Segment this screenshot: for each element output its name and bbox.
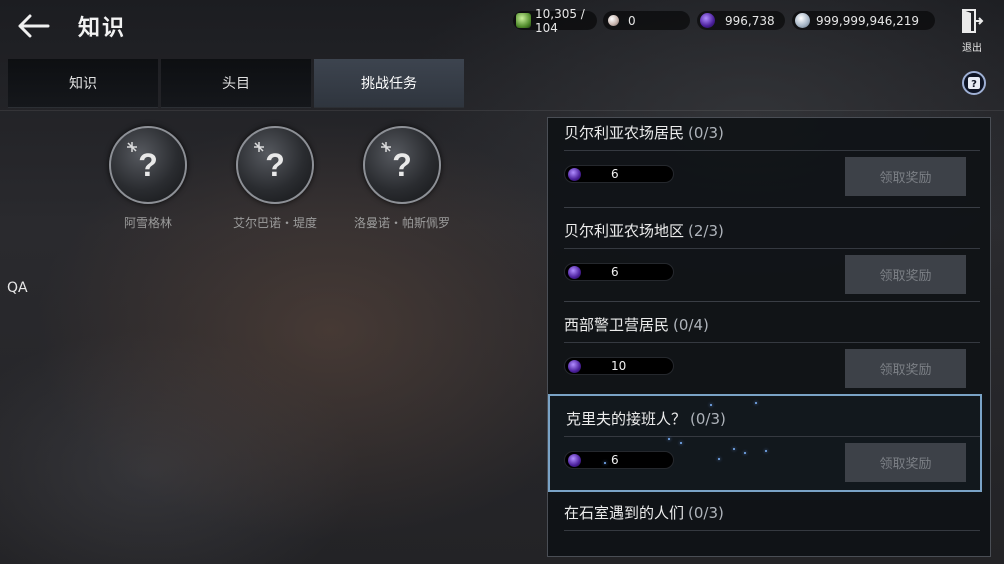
page-title: 知识 (78, 16, 127, 41)
quest-name: 西部警卫营居民 (564, 316, 670, 334)
reward-value: 10 (611, 359, 627, 373)
sparkle (765, 450, 767, 452)
currency-silver-value: 999,999,946,219 (816, 13, 920, 28)
black-gem-icon (568, 265, 581, 279)
reward-pill: 6 (564, 451, 674, 469)
character-slot-3[interactable]: ? 洛曼诺・帕斯佩罗 (337, 126, 467, 231)
character-name: 阿雪格林 (123, 216, 172, 230)
sparkle (710, 404, 712, 406)
black-gem-icon (700, 13, 715, 28)
help-book-icon: ? (968, 77, 980, 90)
quest-progress: (0/4) (673, 316, 709, 334)
quest-item[interactable]: 贝尔利亚农场地区 (2/3) 6 领取奖励 (564, 208, 980, 302)
quest-name: 贝尔利亚农场居民 (564, 124, 685, 142)
quest-item-selected[interactable]: 克里夫的接班人？ (0/3) 6 领取奖励 (548, 394, 982, 492)
quest-name: 在石室遇到的人们 (564, 504, 685, 522)
header-divider (0, 110, 1004, 111)
back-button[interactable] (14, 8, 54, 44)
quest-divider (564, 530, 980, 531)
character-name: 洛曼诺・帕斯佩罗 (353, 216, 450, 230)
quest-name: 贝尔利亚农场地区 (564, 222, 685, 240)
black-gem-icon (568, 453, 581, 467)
quest-progress: (0/3) (688, 124, 724, 142)
quest-item[interactable]: 西部警卫营居民 (0/4) 10 领取奖励 (564, 302, 980, 396)
quest-title: 贝尔利亚农场居民 (0/3) (564, 122, 724, 143)
pearl-icon (608, 15, 619, 26)
currency-black-gem-value: 996,738 (725, 13, 775, 28)
sparkle (755, 402, 757, 404)
quest-panel[interactable]: 贝尔利亚农场居民 (0/3) 6 领取奖励 贝尔利亚农场地区 (2/3) 6 领取奖… (547, 117, 991, 557)
qa-label[interactable]: QA (7, 280, 28, 296)
quest-divider (564, 342, 980, 343)
quest-progress: (2/3) (688, 222, 724, 240)
quest-progress: (0/3) (688, 504, 724, 522)
tab-boss[interactable]: 头目 (161, 59, 311, 108)
quest-title: 在石室遇到的人们 (0/3) (564, 502, 724, 523)
unknown-character-orb: ? (236, 126, 314, 204)
character-slot-1[interactable]: ? 阿雪格林 (83, 126, 213, 231)
quest-progress: (0/3) (690, 410, 726, 428)
shine-icon (381, 142, 391, 152)
reward-value: 6 (611, 265, 619, 279)
reward-value: 6 (611, 167, 619, 181)
quest-title: 西部警卫营居民 (0/4) (564, 314, 709, 335)
quest-title: 克里夫的接班人？ (0/3) (566, 408, 726, 429)
currency-pearl: 0 (603, 11, 690, 30)
sparkle (733, 448, 735, 450)
help-button[interactable]: ? (962, 71, 986, 95)
currency-black-gem: 996,738 (697, 11, 785, 30)
quest-name: 克里夫的接班人？ (566, 410, 687, 428)
currency-stamina: 10,305 / 104 (513, 7, 597, 35)
reward-value: 6 (611, 453, 619, 467)
exit-button[interactable]: 退出 (955, 8, 989, 54)
claim-reward-button[interactable]: 领取奖励 (845, 255, 966, 294)
claim-reward-button[interactable]: 领取奖励 (845, 349, 966, 388)
quest-item[interactable]: 在石室遇到的人们 (0/3) (564, 490, 980, 556)
sparkle (744, 452, 746, 454)
tab-knowledge[interactable]: 知识 (8, 59, 158, 108)
currency-stamina-value: 10,305 / 104 (535, 6, 585, 35)
quest-item[interactable]: 贝尔利亚农场居民 (0/3) 6 领取奖励 (564, 118, 980, 208)
black-gem-icon (568, 359, 581, 373)
reward-pill: 6 (564, 263, 674, 281)
silver-coin-icon (795, 13, 810, 28)
currency-silver: 999,999,946,219 (792, 11, 935, 30)
reward-pill: 6 (564, 165, 674, 183)
question-mark-icon: ? (392, 146, 412, 183)
question-mark-icon: ? (265, 146, 285, 183)
tab-bar: 知识 头目 挑战任务 (8, 59, 464, 108)
exit-label: 退出 (962, 43, 982, 54)
tab-challenge[interactable]: 挑战任务 (314, 59, 464, 108)
unknown-character-orb: ? (109, 126, 187, 204)
quest-divider (564, 436, 980, 437)
stamina-icon (516, 13, 531, 28)
arrow-left-icon (18, 14, 50, 38)
quest-divider (564, 248, 980, 249)
question-mark-icon: ? (138, 146, 158, 183)
sparkle (718, 458, 720, 460)
quest-divider (564, 150, 980, 151)
sparkle (668, 438, 670, 440)
character-name: 艾尔巴诺・堤度 (232, 216, 317, 230)
black-gem-icon (568, 167, 581, 181)
shine-icon (254, 142, 264, 152)
svg-text:?: ? (971, 79, 977, 90)
claim-reward-button[interactable]: 领取奖励 (845, 157, 966, 196)
character-slot-2[interactable]: ? 艾尔巴诺・堤度 (210, 126, 340, 231)
shine-icon (127, 142, 137, 152)
sparkle (680, 442, 682, 444)
sparkle (604, 462, 606, 464)
quest-title: 贝尔利亚农场地区 (2/3) (564, 220, 724, 241)
currency-pearl-value: 0 (628, 13, 636, 28)
exit-door-icon (962, 9, 984, 33)
reward-pill: 10 (564, 357, 674, 375)
quest-list: 贝尔利亚农场居民 (0/3) 6 领取奖励 贝尔利亚农场地区 (2/3) 6 领取奖… (548, 118, 982, 556)
claim-reward-button[interactable]: 领取奖励 (845, 443, 966, 482)
unknown-character-orb: ? (363, 126, 441, 204)
